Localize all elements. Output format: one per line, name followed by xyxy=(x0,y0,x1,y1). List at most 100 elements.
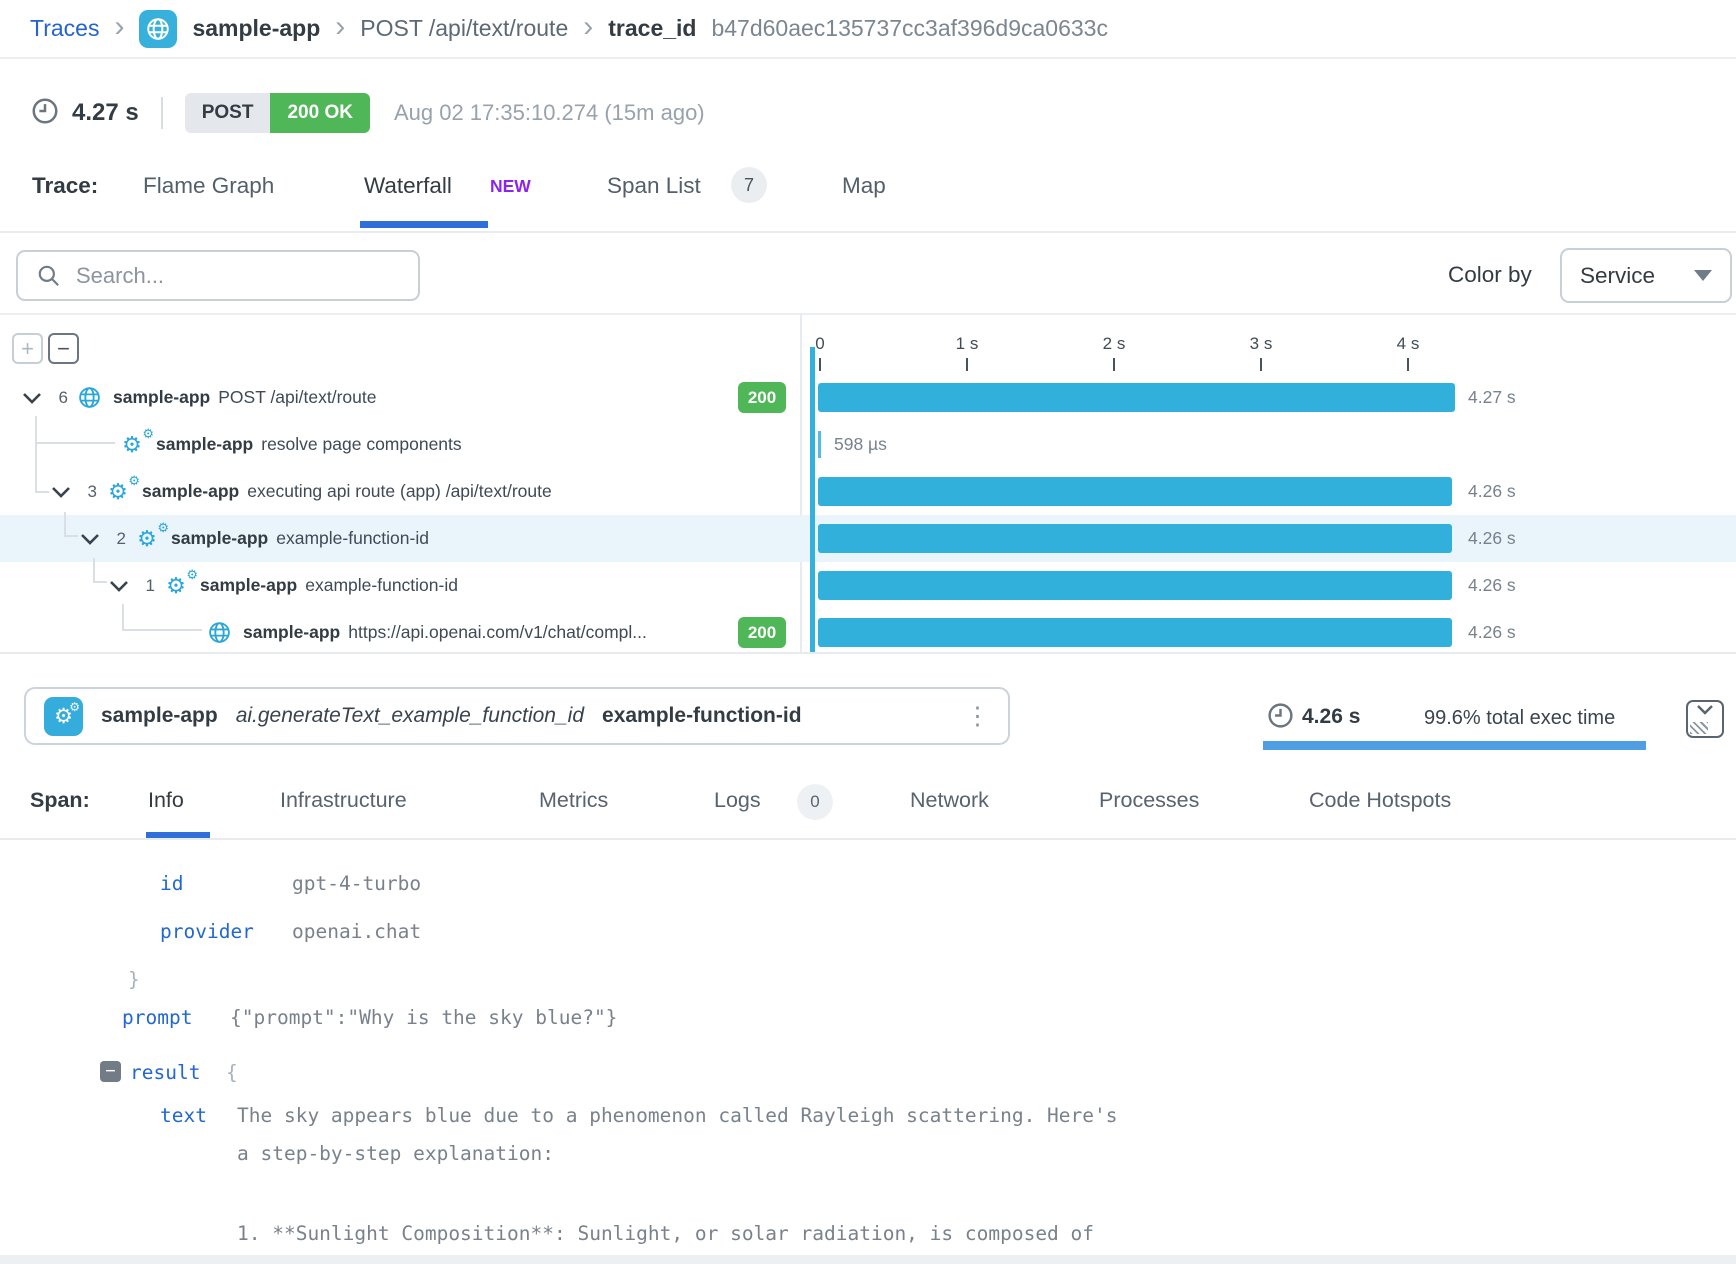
span-operation: example-function-id xyxy=(305,575,458,596)
span-bar[interactable] xyxy=(818,477,1452,506)
span-list-count-badge: 7 xyxy=(731,167,767,203)
span-duration: 598 µs xyxy=(834,434,887,455)
breadcrumb-service[interactable]: sample-app xyxy=(192,15,320,42)
json-key[interactable]: text xyxy=(160,1104,207,1127)
collapse-panel-icon[interactable] xyxy=(1686,700,1724,738)
span-tabs: Span: Info Infrastructure Metrics Logs 0… xyxy=(0,770,1736,840)
span-bar[interactable] xyxy=(818,431,821,458)
tab-infrastructure[interactable]: Infrastructure xyxy=(280,788,407,813)
status-badge: 200 xyxy=(738,617,786,648)
chevron-right-icon: › xyxy=(583,12,593,42)
child-count: 1 xyxy=(135,576,155,596)
tab-span-list[interactable]: Span List xyxy=(607,173,701,199)
span-tree-cell: 6 sample-app POST /api/text/route xyxy=(0,374,736,421)
axis-tick xyxy=(1407,358,1409,371)
axis-tick xyxy=(1260,358,1262,371)
chevron-down-icon[interactable] xyxy=(80,533,106,545)
tree-connector xyxy=(93,581,107,583)
clock-icon xyxy=(1266,701,1295,735)
expand-all-button[interactable]: + xyxy=(12,333,43,364)
json-key[interactable]: result xyxy=(130,1061,200,1084)
tab-code-hotspots[interactable]: Code Hotspots xyxy=(1309,788,1451,813)
collapse-all-button[interactable]: − xyxy=(48,333,79,364)
span-row-selected[interactable]: 2 ⚙⚙ sample-app example-function-id 4.26… xyxy=(0,515,1736,562)
tab-metrics[interactable]: Metrics xyxy=(539,788,608,813)
chevron-down-icon[interactable] xyxy=(22,392,48,404)
hatch-decoration xyxy=(1690,722,1708,734)
span-row[interactable]: 3 ⚙⚙ sample-app executing api route (app… xyxy=(0,468,1736,515)
child-count: 3 xyxy=(77,482,97,502)
json-value: {"prompt":"Why is the sky blue?"} xyxy=(230,1006,617,1029)
divider xyxy=(0,313,1736,315)
tab-info[interactable]: Info xyxy=(148,788,184,813)
collapse-node-icon[interactable]: − xyxy=(100,1061,121,1082)
clock-icon xyxy=(30,96,60,131)
chevron-down-icon[interactable] xyxy=(109,580,135,592)
span-operation-name: example-function-id xyxy=(602,704,802,728)
span-row[interactable]: 1 ⚙⚙ sample-app example-function-id 4.26… xyxy=(0,562,1736,609)
span-service: sample-app xyxy=(142,481,239,502)
tab-network[interactable]: Network xyxy=(910,788,989,813)
divider xyxy=(161,97,163,129)
span-bar[interactable] xyxy=(818,618,1452,647)
span-service: sample-app xyxy=(156,434,253,455)
span-row[interactable]: 6 sample-app POST /api/text/route 200 4.… xyxy=(0,374,1736,421)
kebab-menu-icon[interactable]: ⋮ xyxy=(965,704,990,729)
span-service: sample-app xyxy=(113,387,210,408)
gears-icon: ⚙⚙ xyxy=(161,575,191,597)
tree-connector xyxy=(35,416,37,493)
span-duration: 4.26 s xyxy=(1468,481,1516,502)
active-tab-underline xyxy=(360,221,488,228)
span-detail-card: ⚙⚙ sample-app ai.generateText_example_fu… xyxy=(24,687,1010,745)
status-badge: 200 xyxy=(738,382,786,413)
span-duration: 4.27 s xyxy=(1468,387,1516,408)
span-tree-cell: ⚙⚙ sample-app resolve page components xyxy=(0,421,736,468)
json-value: 1. **Sunlight Composition**: Sunlight, o… xyxy=(237,1222,1094,1245)
chevron-down-icon[interactable] xyxy=(51,486,77,498)
span-tabs-label: Span: xyxy=(30,788,90,813)
axis-tick-label: 4 s xyxy=(1386,334,1430,354)
span-bar[interactable] xyxy=(818,571,1452,600)
axis-tick-label: 3 s xyxy=(1239,334,1283,354)
axis-tick-label: 0 xyxy=(798,334,842,354)
trace-id-value: b47d60aec135737cc3af396d9ca0633c xyxy=(711,15,1107,42)
breadcrumb-trace-label: trace_id xyxy=(608,15,696,42)
globe-icon xyxy=(74,385,104,410)
span-row[interactable]: ⚙⚙ sample-app resolve page components 59… xyxy=(0,421,1736,468)
span-operation: resolve page components xyxy=(261,434,461,455)
span-service: sample-app xyxy=(200,575,297,596)
gears-icon: ⚙⚙ xyxy=(44,697,83,736)
json-key[interactable]: id xyxy=(160,872,183,895)
search-input[interactable] xyxy=(16,250,420,301)
tab-processes[interactable]: Processes xyxy=(1099,788,1199,813)
axis-tick xyxy=(1113,358,1115,371)
tab-logs[interactable]: Logs xyxy=(714,788,761,813)
span-bar[interactable] xyxy=(818,524,1452,553)
logs-count-badge: 0 xyxy=(797,784,833,820)
span-service-name: sample-app xyxy=(101,704,218,728)
tree-connector xyxy=(122,604,124,631)
chevron-right-icon: › xyxy=(114,12,124,42)
span-tree-cell: 3 ⚙⚙ sample-app executing api route (app… xyxy=(0,468,736,515)
span-exec-time: 99.6% total exec time xyxy=(1424,707,1615,730)
tab-flame-graph[interactable]: Flame Graph xyxy=(143,173,274,199)
json-value: openai.chat xyxy=(292,920,421,943)
search-box xyxy=(16,250,420,301)
color-by-select[interactable]: Service xyxy=(1560,248,1732,303)
tab-map[interactable]: Map xyxy=(842,173,886,199)
scrollbar-track[interactable] xyxy=(0,1255,1736,1264)
chevron-down-icon xyxy=(1695,703,1715,722)
span-bar[interactable] xyxy=(818,383,1455,412)
json-key[interactable]: provider xyxy=(160,920,254,943)
globe-icon xyxy=(204,620,234,645)
json-key[interactable]: prompt xyxy=(122,1006,192,1029)
http-status-badge: 200 OK xyxy=(270,93,369,133)
trace-tabs: Trace: Flame Graph Waterfall NEW Span Li… xyxy=(0,150,1736,233)
breadcrumb-traces-link[interactable]: Traces xyxy=(30,15,99,42)
trace-duration: 4.27 s xyxy=(72,99,139,127)
tab-waterfall[interactable]: Waterfall xyxy=(364,173,452,199)
breadcrumb-route[interactable]: POST /api/text/route xyxy=(360,15,568,42)
trace-page: Traces › sample-app › POST /api/text/rou… xyxy=(0,0,1736,1264)
span-tree-cell: 1 ⚙⚙ sample-app example-function-id xyxy=(0,562,736,609)
span-row[interactable]: sample-app https://api.openai.com/v1/cha… xyxy=(0,609,1736,656)
